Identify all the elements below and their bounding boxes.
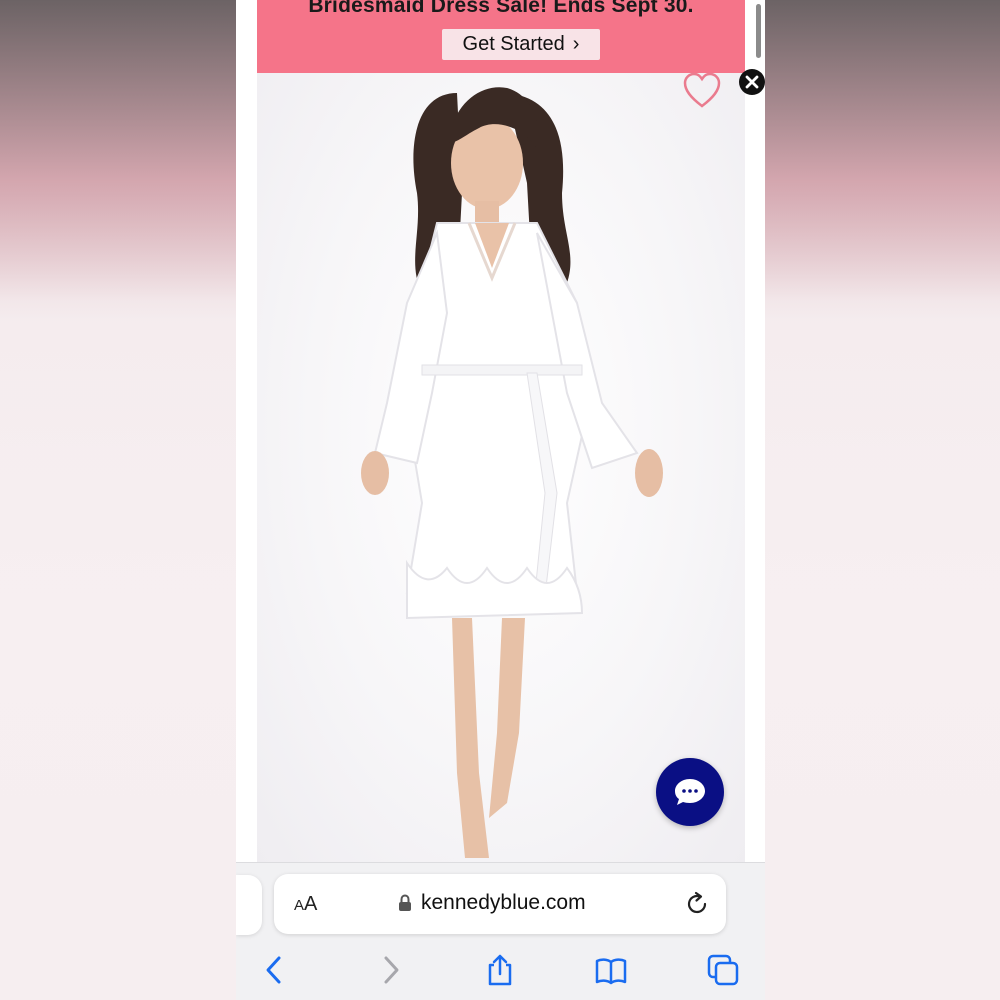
text-size-button[interactable]: AA: [294, 893, 317, 916]
close-icon[interactable]: [739, 69, 765, 95]
product-photo[interactable]: [257, 73, 745, 863]
reload-icon[interactable]: [683, 890, 711, 918]
aa-large-label: A: [304, 893, 318, 915]
get-started-button[interactable]: Get Started ›: [442, 29, 600, 60]
background-blur-left: [0, 0, 236, 1000]
bookmarks-icon[interactable]: [594, 953, 628, 987]
chevron-right-icon: ›: [572, 33, 580, 55]
share-icon[interactable]: [483, 953, 517, 987]
lock-icon: [399, 894, 411, 911]
aa-small-label: A: [294, 897, 305, 914]
previous-tab-peek[interactable]: [236, 875, 262, 935]
back-icon[interactable]: [258, 953, 292, 987]
url-text: kennedyblue.com: [421, 891, 586, 914]
chat-bubble-icon: [675, 779, 705, 805]
get-started-label: Get Started: [462, 33, 565, 55]
chat-button[interactable]: [656, 758, 724, 826]
tabs-icon[interactable]: [706, 953, 740, 987]
url-display[interactable]: kennedyblue.com: [398, 891, 586, 915]
product-photo-illustration: [361, 87, 663, 858]
safari-bottom-bar: AA kennedyblue.com: [236, 862, 765, 1000]
browser-toolbar: [236, 945, 765, 995]
phone-screen: Bridesmaid Dress Sale! Ends Sept 30. Get…: [236, 0, 765, 1000]
forward-icon[interactable]: [373, 953, 407, 987]
background-blur-right: [764, 0, 1000, 1000]
promo-headline: Bridesmaid Dress Sale! Ends Sept 30.: [308, 0, 694, 17]
promo-banner: Bridesmaid Dress Sale! Ends Sept 30. Get…: [257, 0, 745, 73]
heart-icon[interactable]: [682, 72, 722, 110]
address-bar[interactable]: AA kennedyblue.com: [274, 874, 726, 934]
scrollbar[interactable]: [756, 4, 761, 58]
